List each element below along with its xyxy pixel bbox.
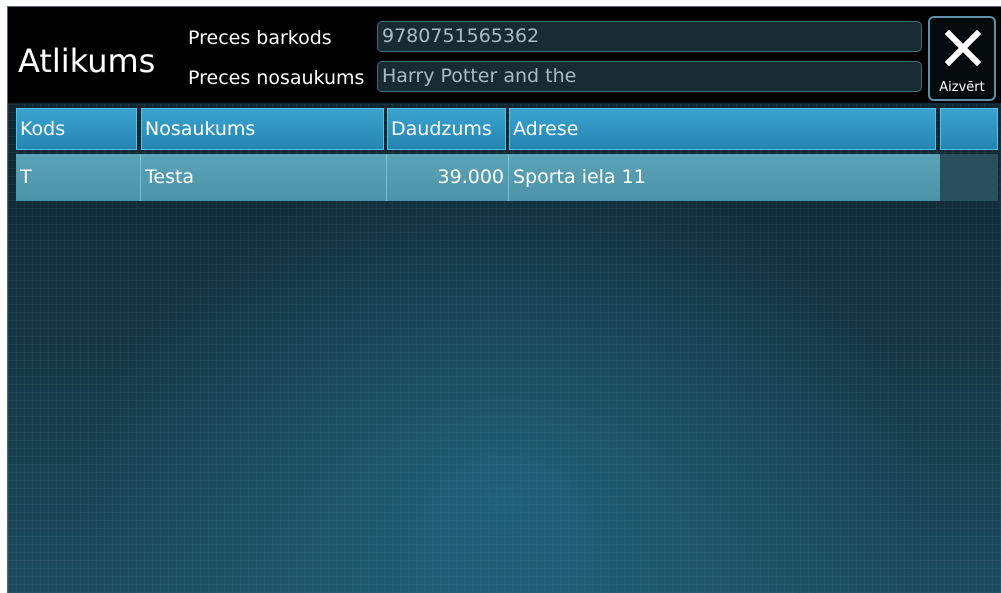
barcode-field[interactable]: 9780751565362 <box>377 21 922 52</box>
row-tail-cell <box>940 154 998 201</box>
close-icon <box>945 30 981 66</box>
stock-window: Atlikums Preces barkods 9780751565362 Pr… <box>7 6 1001 593</box>
page-title: Atlikums <box>18 42 156 80</box>
product-name-label: Preces nosaukums <box>188 67 365 89</box>
barcode-label: Preces barkods <box>188 27 332 49</box>
column-header-extra[interactable] <box>940 108 998 150</box>
table-row[interactable]: T Testa 39.000 Sporta iela 11 <box>16 154 940 201</box>
column-header-daudzums[interactable]: Daudzums <box>387 108 506 150</box>
header-bar: Atlikums Preces barkods 9780751565362 Pr… <box>8 7 1001 103</box>
close-button[interactable]: Aizvērt <box>928 16 996 101</box>
column-header-adrese[interactable]: Adrese <box>509 108 936 150</box>
column-header-nosaukums[interactable]: Nosaukums <box>141 108 384 150</box>
stock-table: Kods Nosaukums Daudzums Adrese T Testa 3… <box>8 103 1001 593</box>
product-name-field[interactable]: Harry Potter and the <box>377 61 922 92</box>
cell-nosaukums: Testa <box>141 154 387 201</box>
cell-adrese: Sporta iela 11 <box>513 166 646 188</box>
column-header-kods[interactable]: Kods <box>16 108 137 150</box>
close-button-label: Aizvērt <box>939 80 985 95</box>
cell-kods: T <box>16 154 141 201</box>
cell-daudzums: 39.000 <box>387 154 509 201</box>
